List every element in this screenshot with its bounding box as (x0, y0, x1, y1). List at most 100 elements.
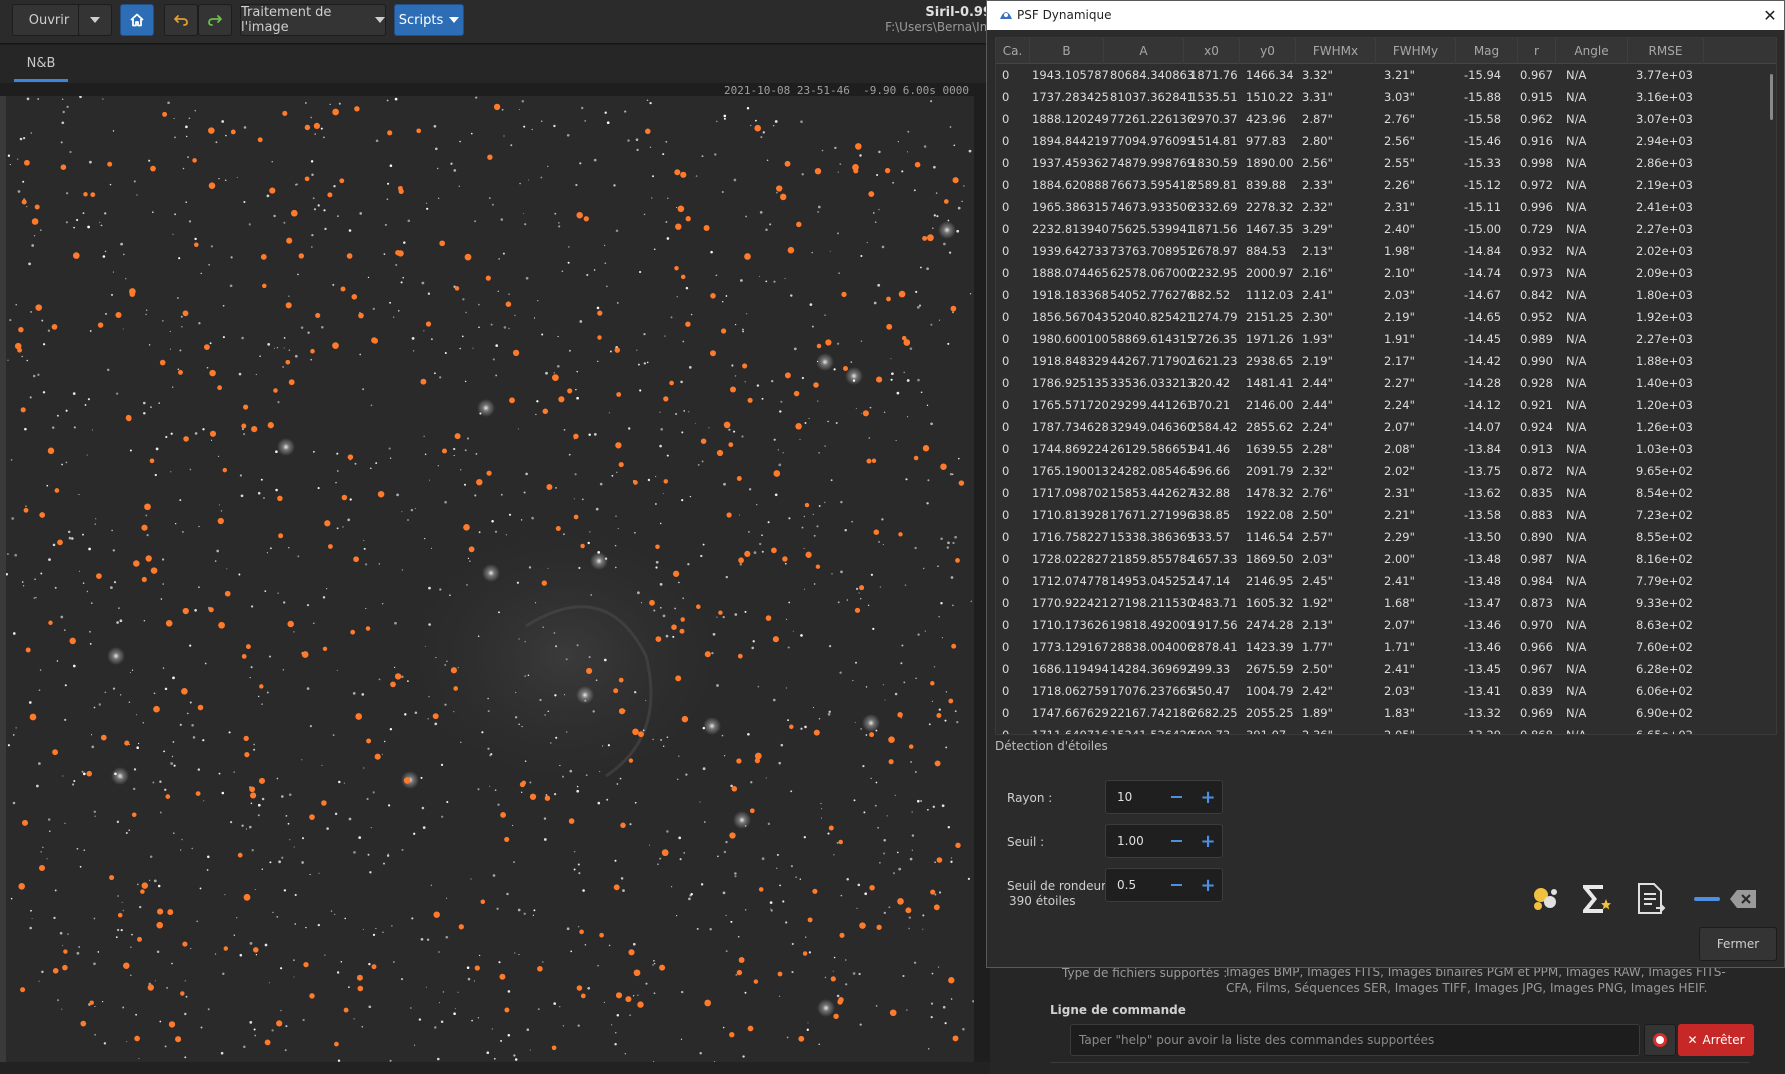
table-row[interactable]: 0 1770.922421 27198.211530 2483.71 1605.32 1.… (996, 592, 1766, 614)
table-row[interactable]: 0 1965.386315 74673.933506 2332.69 2278.32 2.… (996, 196, 1766, 218)
table-row[interactable]: 0 1716.758227 15338.386369 533.57 1146.54 2.5… (996, 526, 1766, 548)
table-row[interactable]: 0 1686.119494 14284.369692 499.33 2675.59 2.5… (996, 658, 1766, 680)
table-row[interactable]: 0 1937.459362 74879.998769 1830.59 1890.00 2.… (996, 152, 1766, 174)
minus-icon[interactable] (1160, 869, 1192, 901)
table-row[interactable]: 0 1773.129167 28838.004006 2878.41 1423.39 1.… (996, 636, 1766, 658)
column-header[interactable]: x0 (1184, 38, 1240, 64)
redo-button[interactable] (198, 4, 232, 36)
table-row[interactable]: 0 1943.105787 80684.340863 1871.76 1466.34 3.… (996, 64, 1766, 86)
table-row[interactable]: 0 1765.190013 24282.085464 596.66 2091.79 2.3… (996, 460, 1766, 482)
faint-star (935, 192, 938, 194)
table-row[interactable]: 0 1787.734628 32949.046360 2584.42 2855.62 2.… (996, 416, 1766, 438)
close-button[interactable]: Fermer (1699, 927, 1777, 961)
roundness-spinner[interactable]: 0.5 + (1105, 868, 1223, 902)
tab-bw[interactable]: N&B (14, 45, 68, 82)
table-row[interactable]: 0 1856.567043 52040.825421 1274.79 2151.25 2.… (996, 306, 1766, 328)
table-row[interactable]: 0 1718.062759 17076.237665 450.47 1004.79 2.4… (996, 680, 1766, 702)
minus-icon[interactable] (1160, 781, 1192, 813)
command-input[interactable]: Taper "help" pour avoir la liste des com… (1070, 1024, 1640, 1056)
table-cell: 1.92e+03 (1636, 310, 1693, 324)
undo-button[interactable] (164, 4, 198, 36)
table-row[interactable]: 0 1888.120249 77261.226136 2970.37 423.96 2.8… (996, 108, 1766, 130)
table-row[interactable]: 0 1744.869224 26129.586651 941.46 1639.55 2.2… (996, 438, 1766, 460)
stop-button[interactable]: ✕ Arrêter (1678, 1024, 1754, 1056)
dialog-titlebar[interactable]: PSF Dynamique ✕ (987, 1, 1784, 30)
table-row[interactable]: 0 1728.022827 21859.855784 1657.33 1869.50 2.… (996, 548, 1766, 570)
plus-icon[interactable]: + (1192, 825, 1224, 857)
column-header[interactable]: A (1104, 38, 1184, 64)
faint-star (414, 507, 416, 510)
faint-star (411, 917, 414, 920)
faint-star (454, 1007, 456, 1010)
faint-star (301, 759, 303, 761)
table-cell: 1717.098702 (1032, 486, 1109, 500)
table-row[interactable]: 0 1888.074465 62578.067000 2232.95 2000.97 2.… (996, 262, 1766, 284)
table-scrollbar[interactable] (1766, 64, 1776, 734)
table-cell: 0 (1002, 706, 1010, 720)
table-row[interactable]: 0 1918.183368 54052.776276 882.52 1112.03 2.4… (996, 284, 1766, 306)
radius-spinner[interactable]: 10 + (1105, 780, 1223, 814)
faint-star (222, 304, 225, 307)
table-row[interactable]: 0 1710.813928 17671.271996 338.85 1922.08 2.5… (996, 504, 1766, 526)
minus-icon[interactable] (1160, 825, 1192, 857)
scrollbar-thumb[interactable] (1770, 74, 1773, 120)
table-row[interactable]: 0 1884.620888 76673.595418 2589.81 839.88 2.3… (996, 174, 1766, 196)
faint-star (535, 602, 537, 604)
psf-table[interactable]: Ca. B Ax0 y0 FWHMx FWHMy Mag r Angle RMSE 0 1943.1… (995, 37, 1777, 735)
table-row[interactable]: 0 1747.667629 22167.742186 2682.25 2055.25 1.… (996, 702, 1766, 724)
column-header[interactable]: Angle (1556, 38, 1628, 64)
table-cell: 52040.825421 (1110, 310, 1195, 324)
table-row[interactable]: 0 1717.098702 15853.442627 432.88 1478.32 2.7… (996, 482, 1766, 504)
open-button[interactable]: Ouvrir (12, 4, 86, 36)
faint-star (194, 109, 197, 112)
star-marker (123, 962, 130, 969)
star-marker (21, 199, 27, 205)
faint-star (90, 734, 93, 736)
dialog-close-button[interactable]: ✕ (1760, 5, 1780, 25)
faint-star (200, 272, 202, 275)
faint-star (311, 233, 314, 237)
table-row[interactable]: 0 1980.600100 58869.614315 2726.35 1971.26 1.… (996, 328, 1766, 350)
table-row[interactable]: 0 1765.571720 29299.441261 370.21 2146.00 2.4… (996, 394, 1766, 416)
faint-star (239, 474, 242, 477)
column-header[interactable]: r (1518, 38, 1556, 64)
column-header[interactable]: FWHMy (1376, 38, 1456, 64)
image-processing-menu[interactable]: Traitement de l'image (240, 4, 386, 36)
home-button[interactable] (120, 4, 154, 36)
plus-icon[interactable]: + (1192, 869, 1224, 901)
table-row[interactable]: 0 2232.813940 75625.539941 1871.56 1467.35 3.… (996, 218, 1766, 240)
scripts-menu[interactable]: Scripts (394, 4, 464, 36)
table-cell: -14.42 (1464, 354, 1502, 368)
faint-star (220, 510, 223, 512)
faint-star (652, 175, 654, 178)
column-header[interactable]: y0 (1240, 38, 1296, 64)
plus-icon[interactable]: + (1192, 781, 1224, 813)
find-stars-button[interactable] (1523, 877, 1567, 921)
table-row[interactable]: 0 1711.640716 15241.526420 699.73 391.07 2.36… (996, 724, 1766, 734)
column-header[interactable]: Mag (1456, 38, 1518, 64)
star-marker (277, 495, 283, 502)
column-header[interactable]: RMSE (1628, 38, 1704, 64)
table-cell: N/A (1566, 442, 1587, 456)
export-button[interactable] (1629, 877, 1673, 921)
faint-star (428, 479, 430, 481)
table-cell: 22167.742186 (1110, 706, 1195, 720)
clear-all-button[interactable] (1721, 877, 1765, 921)
table-row[interactable]: 0 1918.848329 44267.717902 1621.23 2938.65 2.… (996, 350, 1766, 372)
table-row[interactable]: 0 1786.925135 33536.033213 320.42 1481.41 2.4… (996, 372, 1766, 394)
column-header[interactable]: B (1030, 38, 1104, 64)
threshold-spinner[interactable]: 1.00 + (1105, 824, 1223, 858)
table-row[interactable]: 0 1712.074778 14953.045252 147.14 2146.95 2.4… (996, 570, 1766, 592)
faint-star (818, 452, 820, 454)
image-view[interactable] (6, 96, 974, 1062)
table-row[interactable]: 0 1894.844219 77094.976099 1514.81 977.83 2.8… (996, 130, 1766, 152)
table-row[interactable]: 0 1710.173626 19818.492009 1917.56 2474.28 2.… (996, 614, 1766, 636)
column-header[interactable]: Ca. (996, 38, 1030, 64)
column-header[interactable]: FWHMx (1296, 38, 1376, 64)
clear-command-button[interactable] (1644, 1024, 1676, 1056)
table-row[interactable]: 0 1939.642733 73763.708951 2678.97 884.53 2.1… (996, 240, 1766, 262)
sum-stars-button[interactable] (1573, 877, 1617, 921)
table-row[interactable]: 0 1737.283425 81037.362841 1535.51 1510.22 3.… (996, 86, 1766, 108)
faint-star (500, 493, 503, 496)
open-menu-button[interactable] (78, 4, 112, 36)
